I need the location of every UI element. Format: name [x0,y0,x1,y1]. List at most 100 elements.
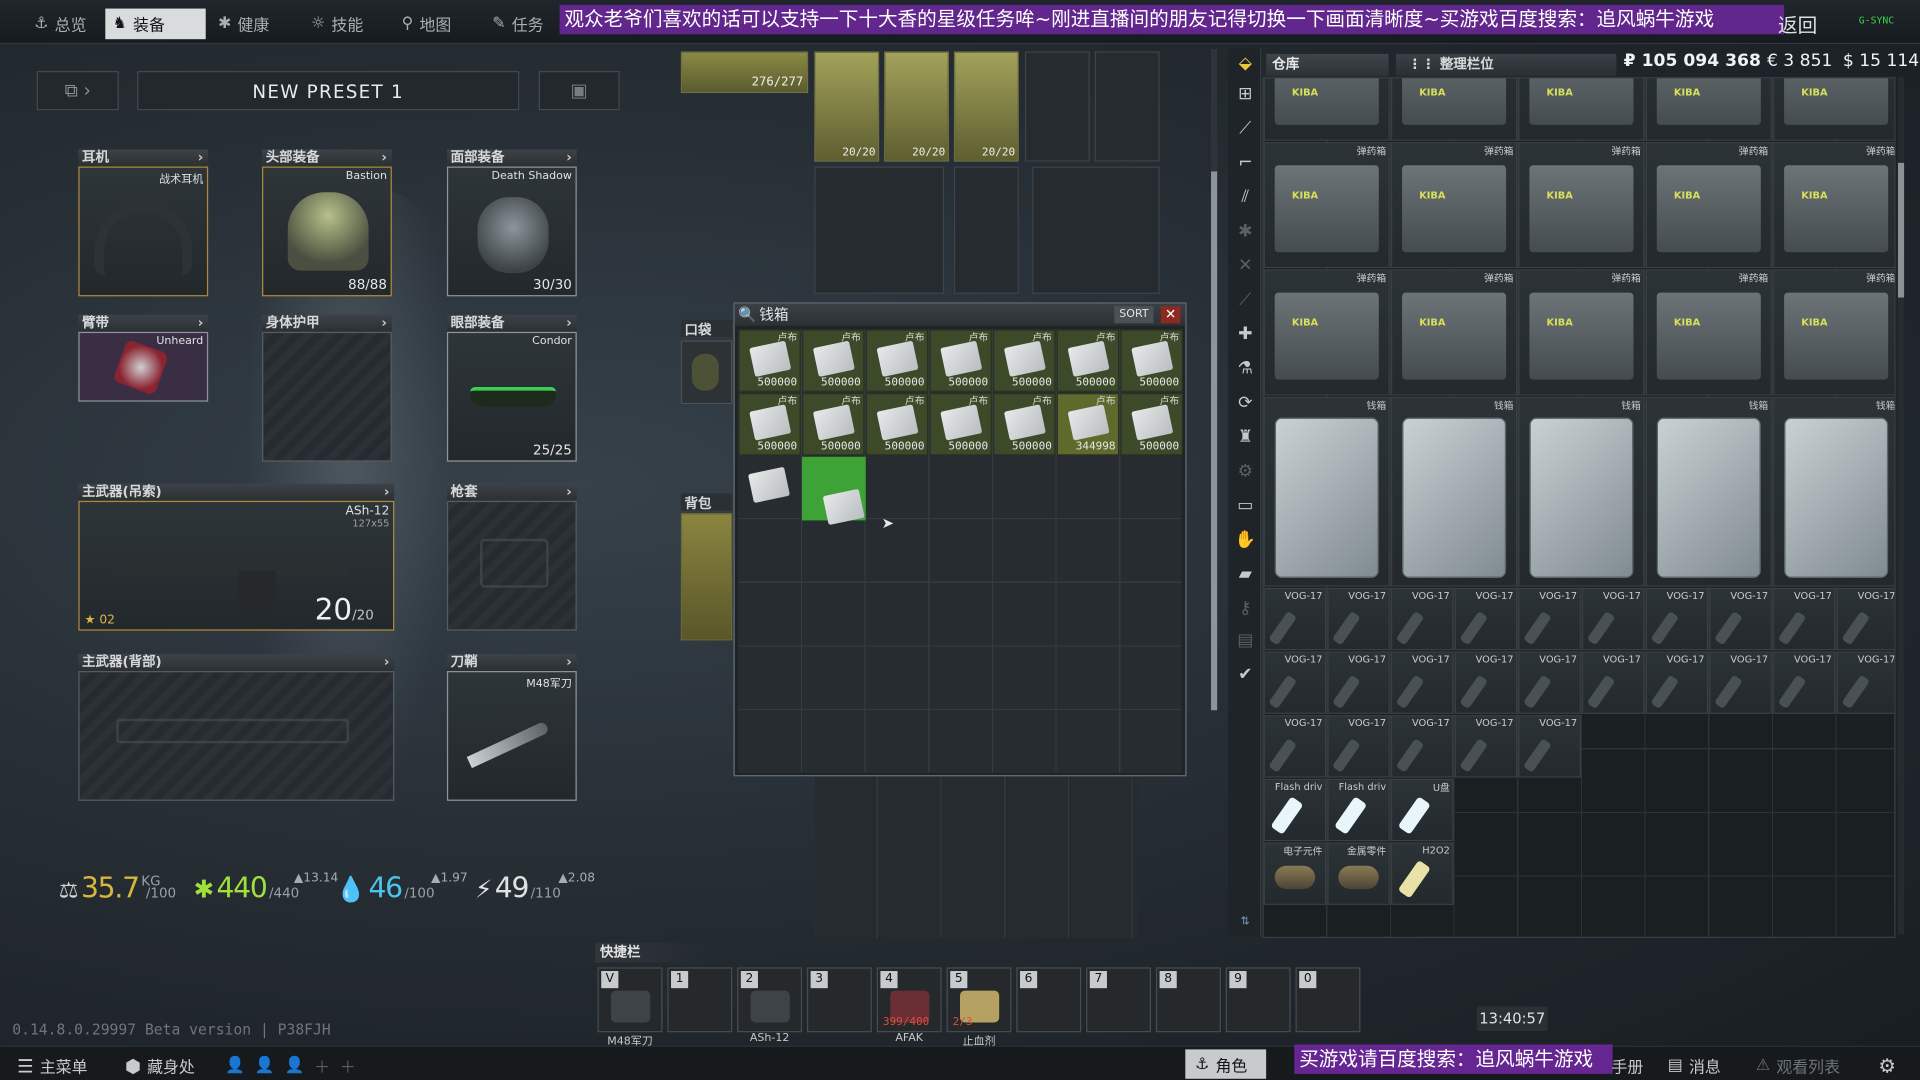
ruble-stack-item[interactable]: 卢布 500000 [865,329,929,392]
barter-item[interactable]: 电子元件 [1263,842,1327,905]
nav-map[interactable]: ⚲ 地图 [394,10,458,37]
vog-grenade-item[interactable]: VOG-17 [1518,651,1581,714]
slot-face-cover[interactable]: 面部装备 › Death Shadow 30/30 [446,149,577,297]
ammo-box-item[interactable]: 弹药箱 KIBA [1773,142,1895,269]
ammo-box-item[interactable]: 弹药箱 KIBA [1645,269,1772,396]
ammo-box-item[interactable]: KIBA [1645,78,1772,141]
vog-grenade-item[interactable]: VOG-17 [1582,587,1645,651]
slot-body-armor[interactable]: 身体护甲 › [262,314,392,462]
quickbar-slot-2[interactable]: 2 [737,967,803,1033]
filter-special-icon[interactable]: ⚙ [1232,458,1259,485]
filter-barter-icon[interactable]: ✱ [1232,218,1259,245]
quickbar-slot-V[interactable]: V [597,967,663,1033]
rig-slot[interactable] [1032,166,1160,294]
filter-keys-icon[interactable]: ⚷ [1232,595,1259,622]
ruble-stack-item[interactable]: 卢布 500000 [738,329,801,392]
sorting-table-tab[interactable]: ⋮⋮ 整理栏位 [1395,53,1617,76]
player-slot-icon[interactable]: 👤 [225,1057,245,1075]
ammo-box-item[interactable]: KIBA [1391,78,1518,141]
quickbar-slot-0[interactable]: 0 [1295,967,1361,1033]
messages-button[interactable]: ▤ 消息 [1668,1054,1721,1078]
filter-weapons-icon[interactable]: ⟋ [1232,115,1259,142]
ammo-box-item[interactable]: 弹药箱 KIBA [1518,142,1645,269]
ammo-box-item[interactable]: 弹药箱 KIBA [1263,142,1390,269]
filter-tools-icon[interactable]: ⟋ [1232,287,1259,314]
rig-slot[interactable] [814,166,945,294]
handbook-button[interactable]: 手册 [1611,1054,1643,1077]
filter-gear-icon[interactable]: ✋ [1232,527,1259,554]
close-button[interactable]: ✕ [1160,306,1181,324]
wallet-item[interactable]: 钱箱 [1645,396,1772,587]
vog-grenade-item[interactable]: VOG-17 [1327,587,1390,651]
filter-grid-icon[interactable]: ⊞ [1232,81,1259,108]
nav-tasks[interactable]: ✎ 任务 [485,10,551,37]
ruble-stack-item[interactable]: 卢布 500000 [802,329,865,392]
filter-ammo-icon[interactable]: ⫽ [1232,184,1259,211]
quickbar-slot-1[interactable]: 1 [667,967,733,1033]
ammo-box-item[interactable]: 弹药箱 KIBA [1391,269,1518,396]
sort-button[interactable]: SORT [1114,306,1154,324]
slot-holster[interactable]: 枪套 › [446,483,577,631]
ammo-box-item[interactable]: KIBA [1518,78,1645,141]
quickbar-slot-3[interactable]: 3 [806,967,872,1033]
quickbar-slot-5[interactable]: 5 2/3 [946,967,1012,1033]
slot-scabbard[interactable]: 刀鞘 › M48军刀 [446,653,577,801]
filter-quest-icon[interactable]: ✔ [1232,661,1259,688]
barter-item[interactable]: H2O2 [1391,842,1454,905]
preset-name[interactable]: NEW PRESET 1 [137,71,520,111]
vog-grenade-item[interactable]: VOG-17 [1518,587,1581,651]
slot-earpiece[interactable]: 耳机 › 战术耳机 [78,149,209,297]
ammo-box-item[interactable]: 弹药箱 KIBA [1518,269,1645,396]
ruble-stack-item[interactable]: 卢布 500000 [1120,393,1183,456]
filter-docs-icon[interactable]: ▤ [1232,627,1259,654]
magazine-item[interactable]: 20/20 [953,51,1019,162]
middle-scrollbar[interactable] [1211,48,1218,711]
ruble-stack-item[interactable]: 卢布 500000 [1120,329,1183,392]
vog-grenade-item[interactable]: VOG-17 [1709,651,1772,714]
ruble-stack-item[interactable]: 卢布 500000 [1056,329,1120,392]
dragged-ruble-item[interactable] [822,487,872,526]
slot-armband[interactable]: 臂带 › Unheard [78,314,209,402]
wallet-item[interactable]: 钱箱 [1263,396,1390,587]
filter-info-icon[interactable]: ▰ [1232,561,1259,588]
quickbar-slot-9[interactable]: 9 [1225,967,1291,1033]
ammo-box-item[interactable]: 弹药箱 KIBA [1263,269,1390,396]
settings-button[interactable]: ⚙ [1878,1054,1896,1077]
vog-grenade-item[interactable]: VOG-17 [1454,651,1518,714]
vog-grenade-item[interactable]: VOG-17 [1773,587,1836,651]
filter-food-icon[interactable]: ⚗ [1232,355,1259,382]
preset-copy-button[interactable]: ⧉ › [36,71,119,111]
slot-primary-back[interactable]: 主武器(背部) › [78,653,395,801]
nav-gear[interactable]: ♞ 装备 [105,8,206,40]
add-player-icon[interactable]: ＋ [314,1054,330,1077]
vog-grenade-item[interactable]: VOG-17 [1645,587,1709,651]
vog-grenade-item[interactable]: VOG-17 [1582,651,1645,714]
back-button[interactable]: 返回 [1778,9,1817,38]
player-slot-icon[interactable]: 👤 [285,1057,305,1075]
vog-grenade-item[interactable]: VOG-17 [1836,651,1895,714]
stash-tab[interactable]: 仓库 [1266,53,1389,76]
slot-headwear[interactable]: 头部装备 › Bastion 88/88 [262,149,392,297]
tactical-rig-item[interactable]: 276/277 [680,51,809,94]
wallet-item[interactable]: 钱箱 [1773,396,1895,587]
rig-slot[interactable] [1024,51,1090,162]
ruble-loose-item[interactable] [738,457,800,519]
ruble-stack-item[interactable]: 卢布 500000 [738,393,801,456]
filter-exchange-icon[interactable]: ⟳ [1232,389,1259,416]
slot-eyewear[interactable]: 眼部装备 › Condor 25/25 [446,314,577,462]
magazine-item[interactable]: 20/20 [884,51,949,162]
player-slot-icon[interactable]: 👤 [255,1057,275,1075]
stash-scrollbar[interactable] [1897,77,1905,935]
add-player-icon[interactable]: ＋ [340,1054,356,1077]
filter-sort-icon[interactable]: ⇅ [1232,909,1259,936]
filter-provisions-icon[interactable]: ♜ [1232,424,1259,451]
ruble-stack-item[interactable]: 卢布 500000 [929,329,992,392]
ruble-stack-item[interactable]: 卢布 500000 [865,393,929,456]
filter-all-icon[interactable]: ⬙ [1232,50,1259,77]
vog-grenade-item[interactable]: VOG-17 [1836,587,1895,651]
ammo-box-item[interactable]: 弹药箱 KIBA [1645,142,1772,269]
ruble-stack-item[interactable]: 卢布 500000 [993,393,1056,456]
filter-knives-icon[interactable]: ✕ [1232,252,1259,279]
flash-drive-item[interactable]: Flash driv [1263,778,1327,842]
ammo-box-item[interactable]: KIBA [1263,78,1390,141]
